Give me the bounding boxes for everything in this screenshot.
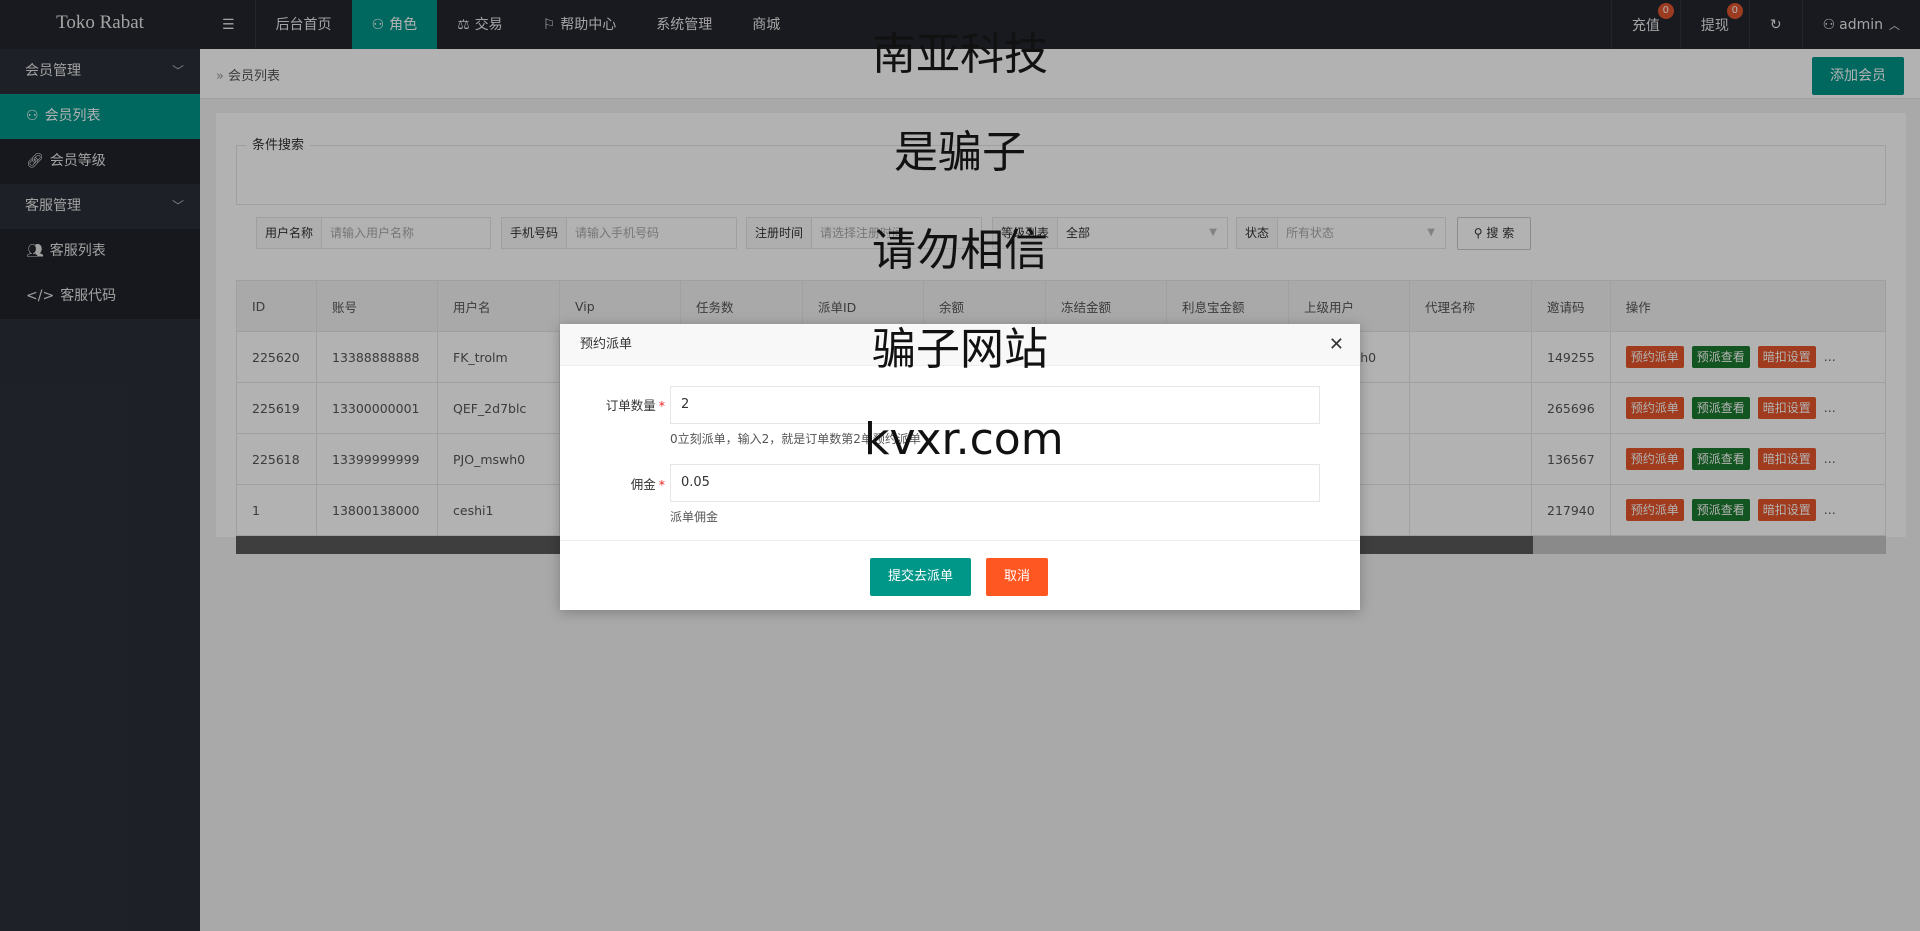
dialog-footer-divider (560, 540, 1360, 541)
submit-order-button[interactable]: 提交去派单 (870, 558, 972, 596)
close-icon[interactable]: ✕ (1329, 324, 1344, 366)
watermark-line: 是骗子 (894, 127, 1026, 178)
required-mark: * (658, 398, 665, 413)
watermark-line: kvxr.com (864, 414, 1064, 465)
watermark-line: 请勿相信 (872, 225, 1048, 276)
qty-label: 订单数量 * (605, 398, 665, 413)
required-mark: * (658, 477, 665, 492)
commission-tip: 派单佣金 (670, 510, 719, 524)
commission-label: 佣金 * (630, 477, 665, 492)
dialog-title: 预约派单 (580, 337, 633, 352)
watermark-line: 骗子网站 (872, 324, 1048, 375)
cancel-button[interactable]: 取消 (986, 558, 1049, 596)
watermark-line: 南亚科技 (872, 29, 1048, 80)
commission-input[interactable]: 0.05 (670, 464, 1320, 502)
